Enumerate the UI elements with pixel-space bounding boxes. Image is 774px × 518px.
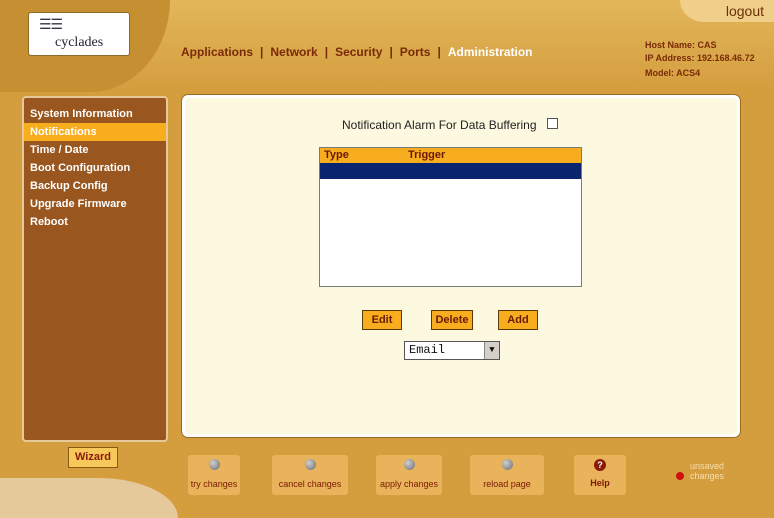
add-button[interactable]: Add: [498, 310, 538, 330]
logo: ☰☰ cyclades: [28, 12, 130, 56]
column-header-trigger: Trigger: [408, 149, 446, 161]
apply-changes-button[interactable]: apply changes: [376, 455, 442, 495]
nav-network[interactable]: Network: [270, 45, 317, 59]
table-header: Type Trigger: [320, 148, 581, 163]
nav-separator: |: [437, 45, 441, 59]
sidebar: System Information Notifications Time / …: [22, 96, 168, 442]
reload-page-button[interactable]: reload page: [470, 455, 544, 495]
alarm-checkbox[interactable]: [547, 118, 558, 129]
sidebar-item-upgrade-firmware[interactable]: Upgrade Firmware: [24, 195, 166, 213]
sidebar-item-reboot[interactable]: Reboot: [24, 213, 166, 231]
help-label: Help: [590, 478, 610, 488]
table-row[interactable]: [320, 163, 581, 179]
alarm-label: Notification Alarm For Data Buffering: [342, 118, 537, 132]
try-changes-label: try changes: [190, 479, 238, 489]
nav-applications[interactable]: Applications: [181, 45, 253, 59]
try-changes-button[interactable]: try changes: [188, 455, 240, 495]
nav-administration[interactable]: Administration: [448, 45, 533, 59]
nav-ports[interactable]: Ports: [400, 45, 431, 59]
sidebar-item-time-date[interactable]: Time / Date: [24, 141, 166, 159]
apply-changes-label: apply changes: [379, 479, 439, 489]
column-header-type: Type: [324, 149, 349, 161]
help-button[interactable]: ? Help: [574, 455, 626, 495]
cancel-changes-label: cancel changes: [278, 479, 342, 489]
red-dot-icon: [676, 472, 684, 480]
notifications-table: Type Trigger: [319, 147, 582, 287]
app-window: ☰☰ cyclades Applications | Network | Securit…: [0, 0, 774, 518]
ip-address: IP Address: 192.168.46.72: [645, 53, 755, 63]
cancel-changes-button[interactable]: cancel changes: [272, 455, 348, 495]
sidebar-item-system-information[interactable]: System Information: [24, 105, 166, 123]
wizard-button[interactable]: Wizard: [68, 447, 118, 468]
sidebar-item-notifications[interactable]: Notifications: [24, 123, 166, 141]
unsaved-changes-indicator: unsaved changes: [662, 459, 742, 489]
host-name: Host Name: CAS: [645, 40, 717, 50]
notification-type-select[interactable]: Email ▼: [404, 341, 500, 360]
select-value: Email: [409, 343, 446, 357]
logout-link[interactable]: logout: [726, 3, 764, 19]
gray-dot-icon: [208, 459, 220, 470]
cyclades-logo-icon: ☰☰: [39, 16, 63, 32]
nav-separator: |: [260, 45, 264, 59]
sidebar-item-boot-configuration[interactable]: Boot Configuration: [24, 159, 166, 177]
sidebar-item-backup-config[interactable]: Backup Config: [24, 177, 166, 195]
logout-tab[interactable]: logout: [680, 0, 774, 22]
chevron-down-icon[interactable]: ▼: [484, 342, 499, 359]
header-bar: ☰☰ cyclades Applications | Network | Securit…: [0, 0, 774, 92]
delete-button[interactable]: Delete: [431, 310, 473, 330]
unsaved-changes-label: unsaved changes: [690, 461, 725, 481]
nav-security[interactable]: Security: [335, 45, 382, 59]
gray-dot-icon: [403, 459, 415, 470]
top-nav: Applications | Network | Security | Ports | Admi…: [181, 45, 533, 59]
gray-dot-icon: [304, 459, 316, 470]
nav-separator: |: [324, 45, 329, 59]
reload-page-label: reload page: [483, 479, 531, 489]
gray-dot-icon: [501, 459, 513, 470]
sidebar-menu: System Information Notifications Time / …: [24, 105, 166, 231]
edit-button[interactable]: Edit: [362, 310, 402, 330]
logo-text: cyclades: [55, 35, 104, 50]
model: Model: ACS4: [645, 68, 701, 78]
question-mark-icon: ?: [594, 459, 606, 471]
nav-separator: |: [389, 45, 393, 59]
host-info: Host Name: CAS IP Address: 192.168.46.72…: [645, 39, 755, 80]
